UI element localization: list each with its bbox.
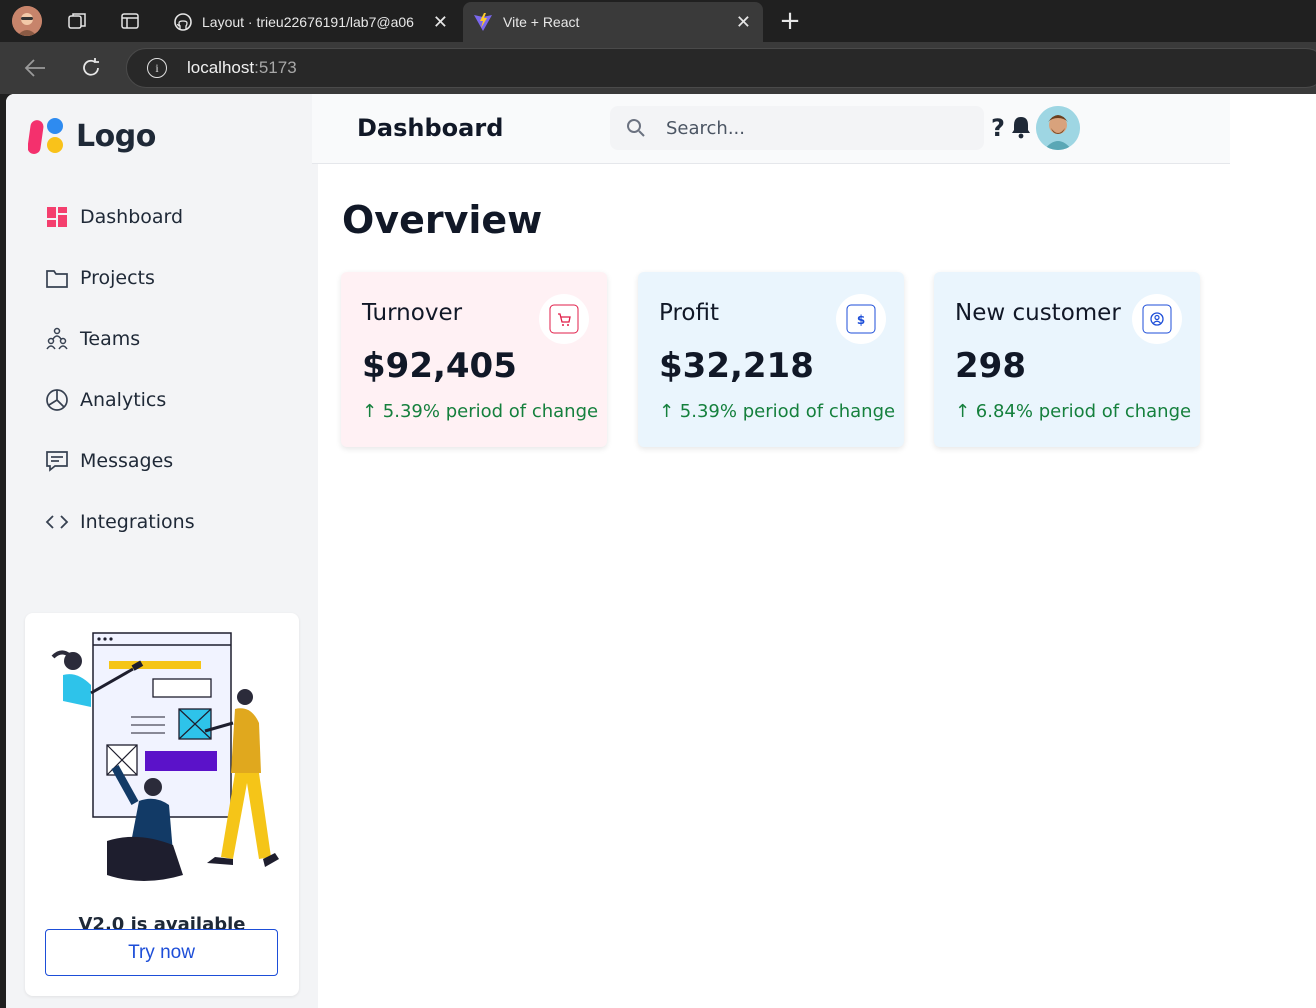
url-text: localhost:5173	[187, 58, 297, 77]
code-icon	[44, 509, 70, 535]
sidebar-item-projects[interactable]: Projects	[44, 247, 195, 308]
upgrade-promo-card: V2.0 is available Try now	[25, 613, 299, 996]
teams-icon	[44, 326, 70, 352]
card-badge: $	[836, 294, 886, 344]
card-badge	[1132, 294, 1182, 344]
search-box[interactable]	[610, 106, 984, 150]
workspaces-icon[interactable]	[64, 9, 90, 33]
sidebar-item-messages[interactable]: Messages	[44, 430, 195, 491]
github-icon	[174, 13, 192, 31]
browser-tab-bar: Layout · trieu22676191/lab7@a06 ✕ Vite +…	[0, 0, 1316, 42]
tab-title: Layout · trieu22676191/lab7@a06	[202, 14, 414, 30]
sidebar-item-label: Teams	[80, 327, 141, 350]
back-icon[interactable]	[22, 56, 48, 80]
address-bar-row: i localhost:5173	[0, 42, 1316, 94]
overview-title: Overview	[342, 198, 543, 242]
help-icon[interactable]: ?	[991, 114, 1005, 142]
stat-card-turnover: Turnover $92,405 ↑ 5.39% period of chang…	[341, 272, 607, 447]
search-icon	[626, 118, 646, 142]
card-change: ↑ 6.84% period of change	[955, 401, 1192, 422]
sidebar-item-analytics[interactable]: Analytics	[44, 369, 195, 430]
page-title: Dashboard	[357, 114, 504, 142]
card-title: Turnover	[362, 300, 463, 326]
vite-icon	[473, 12, 493, 32]
card-change: ↑ 5.39% period of change	[362, 401, 599, 422]
sidebar-item-dashboard[interactable]: Dashboard	[44, 186, 195, 247]
tab-actions-icon[interactable]	[118, 9, 142, 33]
card-badge	[539, 294, 589, 344]
profile-avatar-icon[interactable]	[12, 6, 42, 36]
tab-title: Vite + React	[503, 14, 580, 30]
logo-mark-icon	[28, 116, 66, 156]
stat-card-new-customer: New customer 298 ↑ 6.84% period of chang…	[934, 272, 1200, 447]
folder-icon	[44, 265, 70, 291]
card-title: New customer	[955, 300, 1121, 326]
logo-text: Logo	[76, 118, 156, 154]
user-icon	[1142, 304, 1172, 334]
card-value: 298	[955, 346, 1026, 386]
app-viewport: Logo Dashboard Projects Teams Analytics …	[6, 94, 1316, 1008]
site-info-icon[interactable]: i	[147, 58, 167, 78]
browser-tab-active[interactable]: Vite + React ✕	[463, 2, 763, 42]
promo-illustration	[37, 627, 287, 893]
user-avatar[interactable]	[1036, 106, 1080, 150]
sidebar-item-label: Projects	[80, 266, 155, 289]
message-icon	[44, 448, 70, 474]
sidebar-item-label: Analytics	[80, 388, 167, 411]
search-input[interactable]	[666, 114, 966, 142]
sidebar: Logo Dashboard Projects Teams Analytics …	[6, 94, 318, 1008]
dollar-icon: $	[846, 304, 876, 334]
new-tab-icon[interactable]: +	[777, 6, 803, 36]
svg-text:$: $	[857, 313, 865, 327]
cart-icon	[549, 304, 579, 334]
sidebar-nav: Dashboard Projects Teams Analytics Messa…	[44, 186, 195, 552]
sidebar-item-label: Messages	[80, 449, 174, 472]
address-bar[interactable]: i localhost:5173	[126, 48, 1316, 88]
app-logo[interactable]: Logo	[28, 116, 156, 156]
close-tab-icon[interactable]: ✕	[433, 12, 448, 33]
sidebar-item-label: Integrations	[80, 510, 195, 533]
try-now-button[interactable]: Try now	[45, 929, 278, 976]
card-change: ↑ 5.39% period of change	[659, 401, 896, 422]
browser-tab[interactable]: Layout · trieu22676191/lab7@a06 ✕	[164, 2, 460, 42]
notification-bell-icon[interactable]	[1010, 115, 1032, 143]
dashboard-icon	[44, 204, 70, 230]
card-title: Profit	[659, 300, 719, 326]
stat-card-profit: Profit $ $32,218 ↑ 5.39% period of chang…	[638, 272, 904, 447]
card-value: $32,218	[659, 346, 814, 386]
close-tab-icon[interactable]: ✕	[736, 12, 751, 33]
card-value: $92,405	[362, 346, 517, 386]
top-header: Dashboard ?	[312, 94, 1230, 164]
sidebar-item-integrations[interactable]: Integrations	[44, 491, 195, 552]
reload-icon[interactable]	[78, 55, 104, 81]
sidebar-item-label: Dashboard	[80, 205, 184, 228]
pie-chart-icon	[44, 387, 70, 413]
sidebar-item-teams[interactable]: Teams	[44, 308, 195, 369]
